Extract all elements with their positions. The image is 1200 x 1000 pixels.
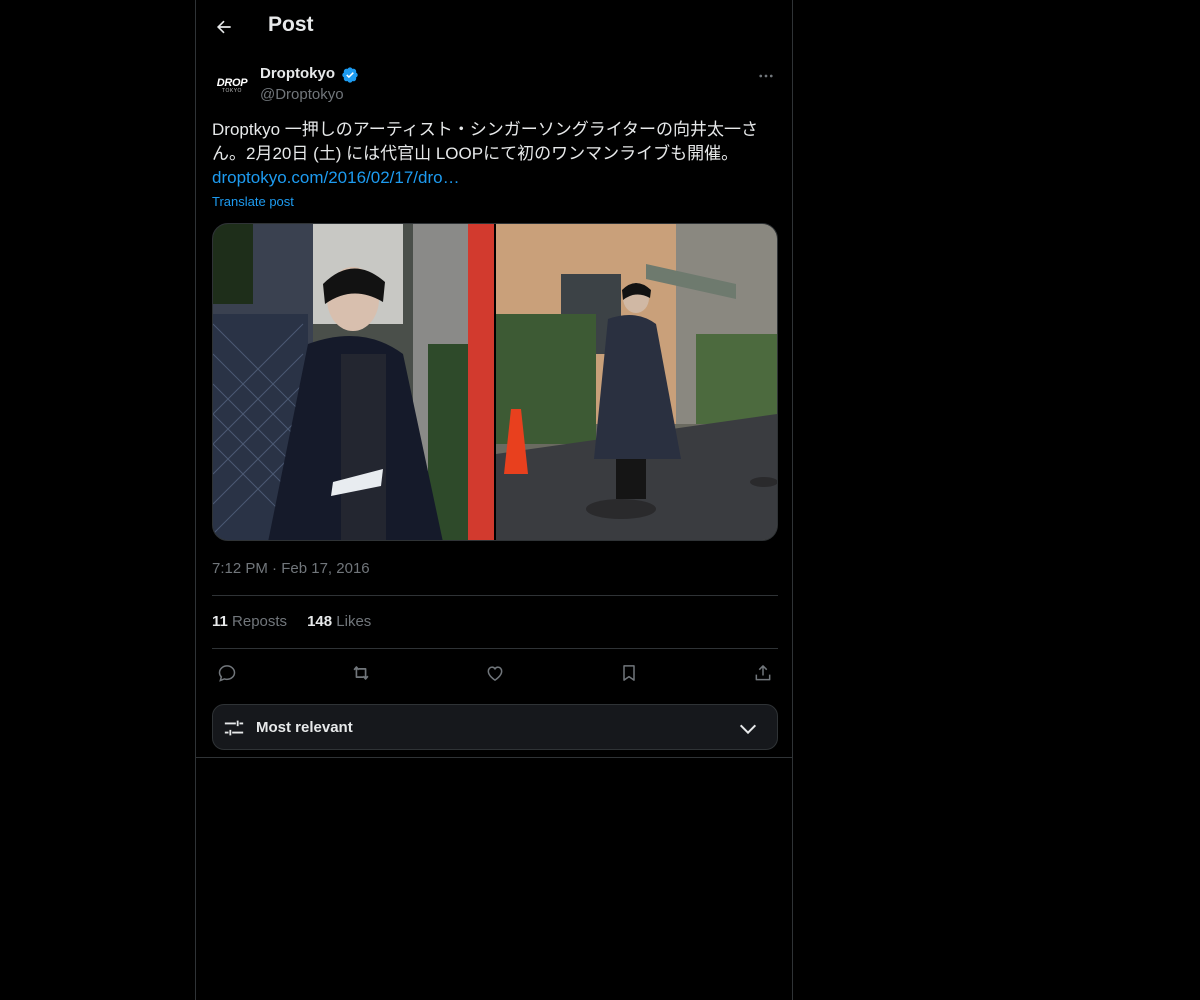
post-author: DROP TOKYO Droptokyo @Droptokyo xyxy=(212,64,778,108)
chevron-down-icon xyxy=(739,724,757,735)
divider xyxy=(196,757,792,758)
more-horizontal-icon xyxy=(759,74,773,78)
likes-stat[interactable]: 148 Likes xyxy=(307,613,371,630)
post-photo-2[interactable] xyxy=(496,224,777,540)
divider xyxy=(212,648,778,649)
repost-icon xyxy=(353,666,369,680)
likes-count: 148 xyxy=(307,613,333,630)
reply-button[interactable] xyxy=(212,658,242,688)
repost-button[interactable] xyxy=(346,658,376,688)
bookmark-button[interactable] xyxy=(614,658,644,688)
post-actions xyxy=(212,658,778,688)
verified-badge-icon xyxy=(342,67,358,83)
more-options-button[interactable] xyxy=(754,64,778,88)
like-button[interactable] xyxy=(480,658,510,688)
reply-sort-dropdown[interactable]: Most relevant xyxy=(212,704,778,750)
avatar-logo-line1: DROP xyxy=(216,77,248,89)
heart-icon xyxy=(487,666,503,681)
photo-man-on-street xyxy=(496,224,777,540)
main-column: Post DROP TOKYO Droptokyo @Droptokyo Dro… xyxy=(195,0,793,1000)
post-timestamp[interactable]: 7:12 PM · Feb 17, 2016 xyxy=(212,560,370,577)
reposts-stat[interactable]: 11 Reposts xyxy=(212,613,287,630)
reposts-count: 11 xyxy=(212,613,228,630)
likes-label: Likes xyxy=(336,613,372,630)
photo-man-in-alley xyxy=(213,224,494,540)
post-date: Feb 17, 2016 xyxy=(281,560,370,577)
author-display-name[interactable]: Droptokyo xyxy=(260,65,335,82)
post-body: Droptkyo 一押しのアーティスト・シンガーソングライターの向井太一さん。2… xyxy=(212,120,759,163)
sort-label: Most relevant xyxy=(256,719,353,736)
reply-icon xyxy=(218,665,236,682)
avatar-logo-line2: TOKYO xyxy=(222,88,242,94)
back-button[interactable] xyxy=(208,11,240,43)
arrow-left-icon xyxy=(216,20,231,34)
share-icon xyxy=(755,665,771,681)
post-text: Droptkyo 一押しのアーティスト・シンガーソングライターの向井太一さん。2… xyxy=(212,118,778,190)
page-header: Post xyxy=(196,0,794,54)
bookmark-icon xyxy=(623,665,635,681)
divider xyxy=(212,595,778,596)
avatar[interactable]: DROP TOKYO xyxy=(212,66,252,106)
post-photo-1[interactable] xyxy=(213,224,494,540)
author-handle[interactable]: @Droptokyo xyxy=(260,86,344,103)
post-media xyxy=(212,223,778,541)
share-button[interactable] xyxy=(748,658,778,688)
translate-post-link[interactable]: Translate post xyxy=(212,194,294,209)
timestamp-separator: · xyxy=(272,560,278,577)
page-title: Post xyxy=(268,13,314,36)
sliders-icon xyxy=(224,720,244,736)
post-stats: 11 Reposts 148 Likes xyxy=(212,613,371,630)
post-link[interactable]: droptokyo.com/2016/02/17/dro… xyxy=(212,168,460,187)
reposts-label: Reposts xyxy=(232,613,288,630)
post-time: 7:12 PM xyxy=(212,560,268,577)
